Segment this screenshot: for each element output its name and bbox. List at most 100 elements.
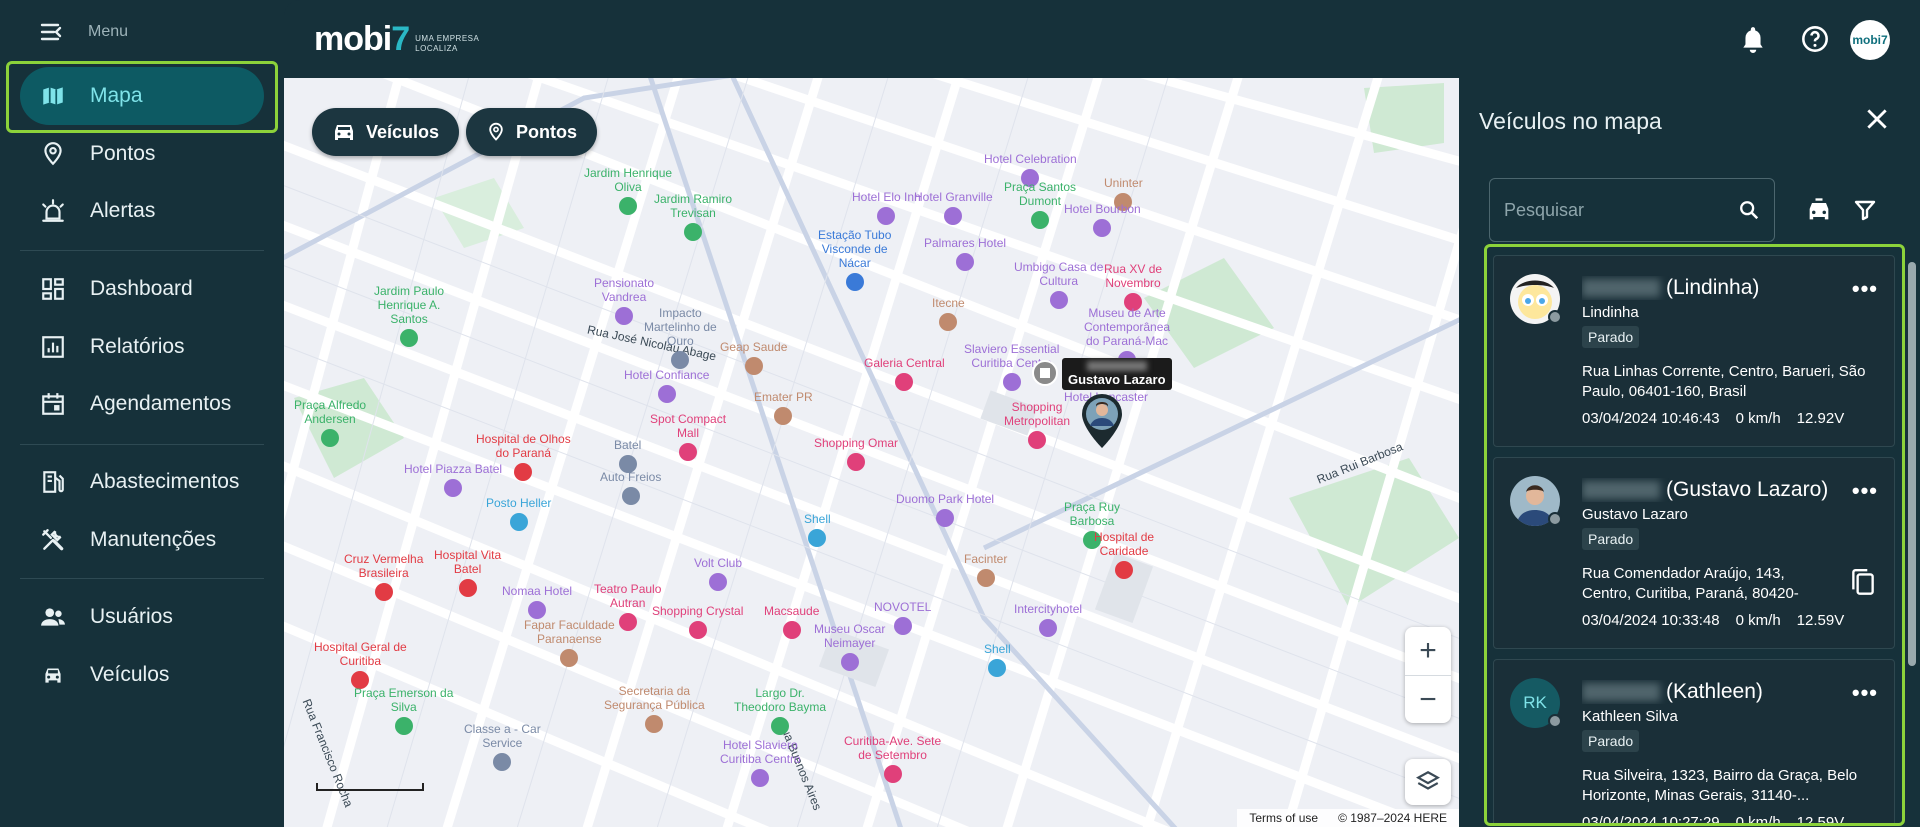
menu-collapse-icon[interactable] <box>40 22 66 42</box>
map-poi-label[interactable]: Curitiba-Ave. Sete de Setembro <box>844 734 941 783</box>
map-poi-label[interactable]: Hotel Granville <box>914 190 993 225</box>
poi-pin-icon <box>618 613 637 631</box>
map-poi-label[interactable]: Macsaude <box>764 604 819 639</box>
stopped-vehicle-indicator[interactable] <box>1032 360 1058 386</box>
vehicle-map-label[interactable]: Gustavo Lazaro <box>1062 358 1172 390</box>
poi-pin-icon <box>709 573 728 591</box>
map-poi-label[interactable]: Hotel Confiance <box>624 368 709 403</box>
map-poi-label[interactable]: Shopping Crystal <box>652 604 743 639</box>
map-poi-label[interactable]: Umbigo Casa de Cultura <box>1014 260 1103 309</box>
vehicle-card[interactable]: RK (Kathleen) Kathleen Silva Parado Rua … <box>1493 659 1895 826</box>
map-poi-label[interactable]: Classe a - Car Service <box>464 722 541 771</box>
more-options-icon[interactable]: ••• <box>1852 276 1878 302</box>
map-poi-label[interactable]: Geap Saude <box>720 340 787 375</box>
sidebar-item-relatorios[interactable]: Relatórios <box>20 318 264 376</box>
report-chart-icon <box>42 336 64 358</box>
map-poi-label[interactable]: Auto Freios <box>600 470 661 505</box>
sidebar-item-mapa[interactable]: Mapa <box>20 67 264 125</box>
sidebar-item-agendamentos[interactable]: Agendamentos <box>20 375 264 433</box>
vehicle-search-input[interactable]: Pesquisar <box>1489 178 1775 242</box>
more-options-icon[interactable]: ••• <box>1852 680 1878 706</box>
help-button[interactable] <box>1798 22 1832 56</box>
map-poi-label[interactable]: Intercityhotel <box>1014 602 1082 637</box>
map-poi-label[interactable]: Museu Oscar Neimayer <box>814 622 885 671</box>
map-poi-label[interactable]: Hotel Bourbon <box>1064 202 1141 237</box>
sidebar-item-pontos[interactable]: Pontos <box>20 125 264 183</box>
siren-icon <box>42 199 64 222</box>
map-poi-label[interactable]: Cruz Vermelha Brasileira <box>344 552 423 601</box>
map-canvas[interactable]: Veículos Pontos Rua José Nicolau Abage R… <box>284 78 1459 827</box>
map-poi-label[interactable]: Shopping Omar <box>814 436 898 471</box>
map-layers-button[interactable] <box>1405 759 1451 805</box>
close-icon[interactable] <box>1864 106 1890 132</box>
map-poi-label[interactable]: Nomaa Hotel <box>502 584 572 619</box>
filter-button[interactable] <box>1849 194 1881 226</box>
map-poi-label[interactable]: Hospital de Caridade <box>1094 530 1154 579</box>
sidebar-item-label: Alertas <box>90 199 156 222</box>
map-poi-label[interactable]: Posto Heller <box>486 496 551 531</box>
poi-pin-icon <box>956 253 975 271</box>
map-poi-label[interactable]: Secretaria da Segurança Pública <box>604 684 705 733</box>
map-poi-label[interactable]: Praça Emerson da Silva <box>354 686 453 735</box>
map-poi-label[interactable]: Volt Club <box>694 556 742 591</box>
menu-toggle[interactable]: Menu <box>40 22 128 42</box>
map-poi-label[interactable]: Shopping Metropolitan <box>1004 400 1070 449</box>
map-poi-label[interactable]: Galeria Central <box>864 356 945 391</box>
map-poi-label[interactable]: Fapar Faculdade Paranaense <box>524 618 615 667</box>
poi-pin-icon <box>621 487 640 505</box>
zoom-in-button[interactable]: + <box>1405 627 1451 675</box>
sidebar-item-abastecimentos[interactable]: Abastecimentos <box>20 453 264 511</box>
poi-pin-icon <box>493 753 512 771</box>
user-avatar[interactable]: mobi7 <box>1850 20 1890 60</box>
vehicle-marker-pin[interactable] <box>1080 392 1124 450</box>
more-options-icon[interactable]: ••• <box>1852 478 1878 504</box>
sidebar-item-manutencoes[interactable]: Manutenções <box>20 511 264 569</box>
vehicle-view-button[interactable] <box>1803 194 1835 226</box>
terms-of-use-link[interactable]: Terms of use <box>1249 811 1318 825</box>
map-attribution: Terms of use © 1987–2024 HERE <box>1237 809 1459 827</box>
vehicle-label-text: Gustavo Lazaro <box>1068 372 1166 387</box>
map-poi-label[interactable]: Spot Compact Mall <box>650 412 726 461</box>
map-poi-label[interactable]: Estação Tubo Visconde de Nácar <box>818 228 891 291</box>
map-poi-label[interactable]: Praça Alfredo Andersen <box>294 398 366 447</box>
map-poi-label[interactable]: Itecne <box>932 296 965 331</box>
points-filter-chip[interactable]: Pontos <box>466 108 597 156</box>
sidebar-item-label: Dashboard <box>90 277 193 300</box>
sidebar-item-dashboard[interactable]: Dashboard <box>20 260 264 318</box>
notifications-button[interactable] <box>1736 22 1770 56</box>
vehicles-filter-chip[interactable]: Veículos <box>312 108 460 156</box>
vehicle-card[interactable]: (Lindinha) Lindinha Parado Rua Linhas Co… <box>1493 255 1895 447</box>
map-poi-label[interactable]: Hospital Vita Batel <box>434 548 501 597</box>
map-poi-label[interactable]: Jardim Ramiro Trevisan <box>654 192 732 241</box>
sidebar: Menu Mapa Pontos Alertas Dashboard Relat… <box>0 0 284 827</box>
map-poi-label[interactable]: Hotel Elo Inn <box>852 190 921 225</box>
copy-icon[interactable] <box>1850 568 1876 598</box>
sidebar-item-alertas[interactable]: Alertas <box>20 182 264 240</box>
zoom-control: + − <box>1405 627 1451 723</box>
map-poi-label[interactable]: Hospital Geral de Curitiba <box>314 640 407 689</box>
mobi7-logo[interactable]: mobi7 UMA EMPRESA LOCALIZA <box>314 20 479 59</box>
map-poi-label[interactable]: Hotel Piazza Batel <box>404 462 502 497</box>
sidebar-item-usuarios[interactable]: Usuários <box>20 588 264 646</box>
sidebar-item-veiculos[interactable]: Veículos <box>20 646 264 704</box>
vehicle-card[interactable]: (Gustavo Lazaro) Gustavo Lazaro Parado R… <box>1493 457 1895 649</box>
map-poi-label[interactable]: Hotel Slaviero Curitiba Centro <box>720 738 801 787</box>
map-poi-label[interactable]: Palmares Hotel <box>924 236 1006 271</box>
map-poi-label[interactable]: Shell <box>804 512 831 547</box>
status-indicator <box>1548 714 1562 728</box>
map-poi-label[interactable]: Largo Dr. Theodoro Bayma <box>734 686 826 735</box>
map-poi-label[interactable]: Impacto Martelinho de Ouro <box>644 306 717 369</box>
speed-value: 0 km/h <box>1735 814 1781 826</box>
search-icon[interactable] <box>1738 199 1760 221</box>
map-poi-label[interactable]: Rua XV de Novembro <box>1104 262 1162 311</box>
map-poi-label[interactable]: Emater PR <box>754 390 813 425</box>
poi-pin-icon <box>444 479 463 497</box>
map-poi-label[interactable]: Jardim Paulo Henrique A. Santos <box>374 284 444 347</box>
zoom-out-button[interactable]: − <box>1405 675 1451 723</box>
map-poi-label[interactable]: Batel <box>614 438 641 473</box>
map-poi-label[interactable]: Shell <box>984 642 1011 677</box>
map-poi-label[interactable]: Facinter <box>964 552 1007 587</box>
vehicle-list-scrollbar[interactable] <box>1908 262 1916 666</box>
poi-pin-icon <box>1039 619 1058 637</box>
map-poi-label[interactable]: Duomo Park Hotel <box>896 492 994 527</box>
